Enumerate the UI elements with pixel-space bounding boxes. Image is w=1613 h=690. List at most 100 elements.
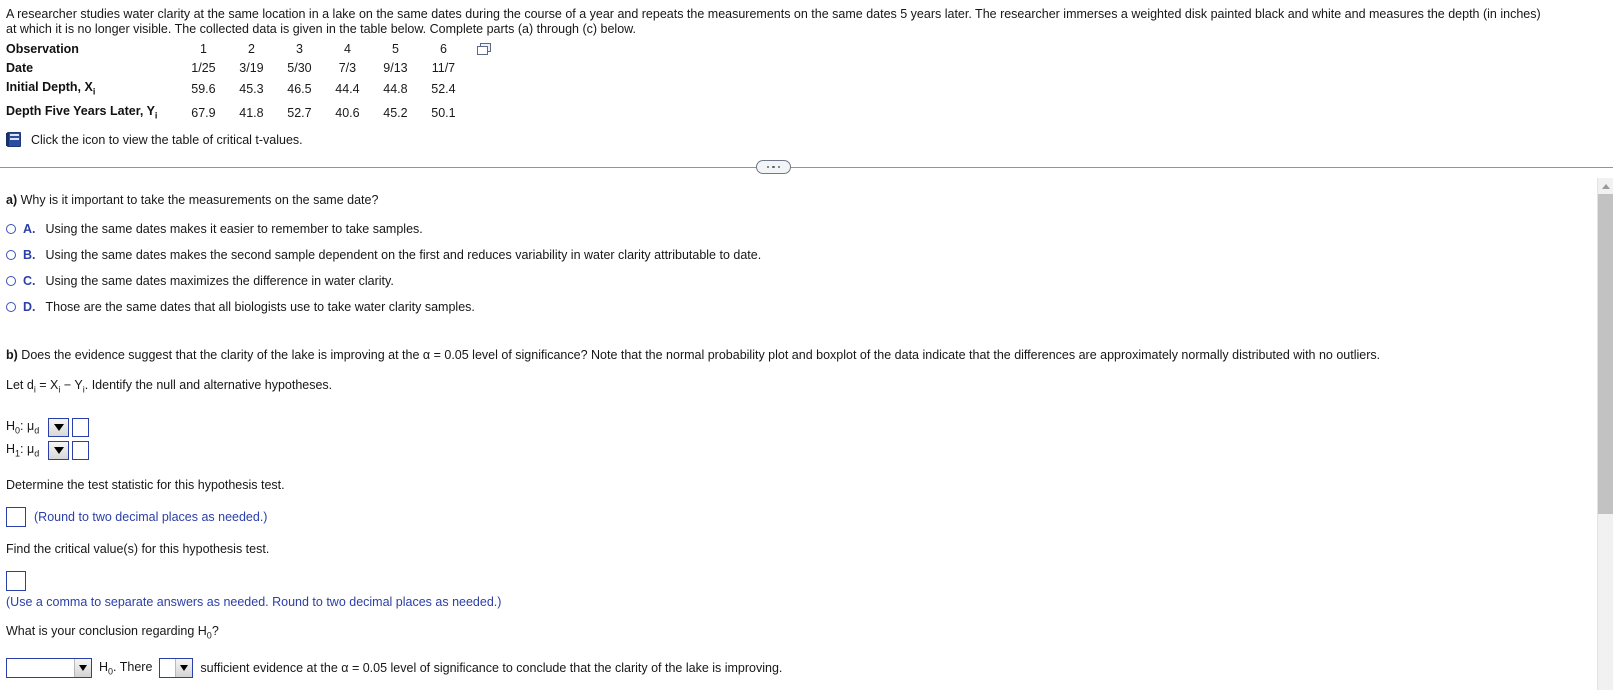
null-hypothesis-label: H0: μd xyxy=(6,419,48,436)
choice-c[interactable]: C. Using the same dates maximizes the di… xyxy=(6,274,1613,289)
cell-initial-depth-5: 44.8 xyxy=(383,82,408,97)
h0-mu-sub: d xyxy=(34,425,40,436)
radio-icon-a[interactable] xyxy=(6,224,16,234)
critical-values-link-label: Click the icon to view the table of crit… xyxy=(31,132,303,147)
null-hypothesis-value-input[interactable] xyxy=(72,417,89,437)
conclusion-answer-row: H0. There sufficient evidence at the α =… xyxy=(6,658,1613,678)
answer-pane: a) Why is it important to take the measu… xyxy=(0,178,1613,690)
table-row-initial-depth: Initial Depth, Xi 59.6 45.3 46.5 44.4 44… xyxy=(6,78,490,102)
part-a-question: a) Why is it important to take the measu… xyxy=(6,192,1613,208)
problem-stem-line2: at which it is no longer visible. The co… xyxy=(6,22,636,36)
scrollbar-thumb[interactable] xyxy=(1598,194,1613,514)
row-label-depth-later-sub: i xyxy=(154,110,158,120)
conclusion-mid-label: H0. There xyxy=(99,660,152,677)
conclusion-decision-select[interactable] xyxy=(6,658,92,678)
conclusion-decision-select-button[interactable] xyxy=(74,659,91,677)
let-d-post: . Identify the null and alternative hypo… xyxy=(84,378,333,392)
critical-values-link-row[interactable]: Click the icon to view the table of crit… xyxy=(6,132,1613,147)
cell-date-5: 9/13 xyxy=(383,61,408,75)
answer-content: a) Why is it important to take the measu… xyxy=(0,178,1613,678)
empty-cell xyxy=(467,78,490,102)
choice-text-b: Using the same dates makes the second sa… xyxy=(45,248,762,262)
conclusion-evidence-select-button[interactable] xyxy=(175,659,193,677)
conclusion-mid-post: . There xyxy=(113,659,153,674)
cell-initial-depth-1: 59.6 xyxy=(191,82,216,97)
choice-d[interactable]: D. Those are the same dates that all bio… xyxy=(6,300,1613,315)
problem-statement-pane: A researcher studies water clarity at th… xyxy=(0,0,1613,157)
part-a-question-text: Why is it important to take the measurem… xyxy=(20,193,379,207)
cell-depth-later-6: 50.1 xyxy=(431,105,456,120)
choice-letter-a: A. xyxy=(23,222,36,236)
radio-icon-d[interactable] xyxy=(6,302,16,312)
conclusion-mid-h: H xyxy=(99,659,109,674)
cell-observation-6: 6 xyxy=(439,42,447,56)
conclusion-evidence-select[interactable] xyxy=(159,658,194,678)
cell-date-1: 1/25 xyxy=(191,61,216,75)
hypotheses-inputs: H0: μd H1: μd xyxy=(6,417,1613,461)
choice-a[interactable]: A. Using the same dates makes it easier … xyxy=(6,222,1613,237)
test-statistic-input[interactable] xyxy=(6,506,26,527)
row-label-initial-depth-text: Initial Depth, X xyxy=(6,80,93,94)
choice-b[interactable]: B. Using the same dates makes the second… xyxy=(6,248,1613,263)
cell-date-3: 5/30 xyxy=(287,61,312,75)
book-icon-spine xyxy=(6,133,9,146)
row-label-depth-later: Depth Five Years Later, Yi xyxy=(6,102,179,126)
h1-mu-sub: d xyxy=(34,448,40,459)
alternative-hypothesis-label: H1: μd xyxy=(6,442,48,459)
alternative-hypothesis-operator-select[interactable] xyxy=(48,440,69,460)
pane-divider xyxy=(0,160,1613,176)
cell-observation-3: 3 xyxy=(295,42,303,56)
test-statistic-prompt: Determine the test statistic for this hy… xyxy=(6,477,285,492)
expand-dots-icon[interactable] xyxy=(756,160,791,174)
conclusion-prompt: What is your conclusion regarding H0? xyxy=(6,623,1613,644)
scroll-up-button[interactable] xyxy=(1598,178,1613,194)
choice-letter-c: C. xyxy=(23,274,36,288)
h0-mu: : μ xyxy=(20,418,35,433)
dot-1 xyxy=(766,165,770,169)
book-icon[interactable] xyxy=(6,132,23,147)
dot-3 xyxy=(777,165,781,169)
empty-cell xyxy=(467,102,490,126)
book-icon-page-1 xyxy=(10,134,19,136)
row-label-date: Date xyxy=(6,61,34,75)
spreadsheet-copy-cell[interactable] xyxy=(467,40,492,59)
radio-icon-c[interactable] xyxy=(6,276,16,286)
vertical-scrollbar[interactable] xyxy=(1597,178,1613,690)
choice-letter-b: B. xyxy=(23,248,36,262)
row-label-initial-depth-sub: i xyxy=(92,86,96,97)
spreadsheet-copy-icon[interactable] xyxy=(477,43,492,55)
cell-observation-4: 4 xyxy=(343,42,351,56)
problem-stem-line1: A researcher studies water clarity at th… xyxy=(6,7,1541,21)
null-hypothesis-operator-select[interactable] xyxy=(48,417,69,437)
critical-value-prompt: Find the critical value(s) for this hypo… xyxy=(6,541,270,556)
radio-icon-b[interactable] xyxy=(6,250,16,260)
chevron-up-icon xyxy=(1601,183,1610,189)
row-label-depth-later-text: Depth Five Years Later, Y xyxy=(6,103,155,118)
cell-observation-5: 5 xyxy=(391,42,399,56)
critical-value-input[interactable] xyxy=(6,570,26,591)
critical-value-hint: (Use a comma to separate answers as need… xyxy=(6,594,502,609)
spreadsheet-copy-icon-front xyxy=(477,46,489,55)
empty-cell xyxy=(467,59,490,78)
alternative-hypothesis-row: H1: μd xyxy=(6,440,1613,461)
alternative-hypothesis-value-input[interactable] xyxy=(72,440,89,460)
let-d-definition: Let di = Xi − Yi. Identify the null and … xyxy=(6,377,1613,398)
row-label-initial-depth: Initial Depth, Xi xyxy=(6,78,179,102)
chevron-down-icon xyxy=(53,423,64,431)
cell-observation-1: 1 xyxy=(199,42,207,56)
part-b-question: b) Does the evidence suggest that the cl… xyxy=(6,347,1613,363)
table-row-observation: Observation 1 2 3 4 5 6 xyxy=(6,40,492,59)
cell-initial-depth-2: 45.3 xyxy=(239,82,264,97)
conclusion-prompt-post: ? xyxy=(211,623,219,638)
part-a-label: a) xyxy=(6,193,18,207)
part-b-question-text: Does the evidence suggest that the clari… xyxy=(21,348,1381,362)
null-hypothesis-row: H0: μd xyxy=(6,417,1613,438)
row-label-observation: Observation xyxy=(6,42,79,56)
cell-depth-later-4: 40.6 xyxy=(335,105,360,120)
let-d-pre: Let d xyxy=(6,378,34,392)
let-d-minus: − Y xyxy=(60,378,83,392)
